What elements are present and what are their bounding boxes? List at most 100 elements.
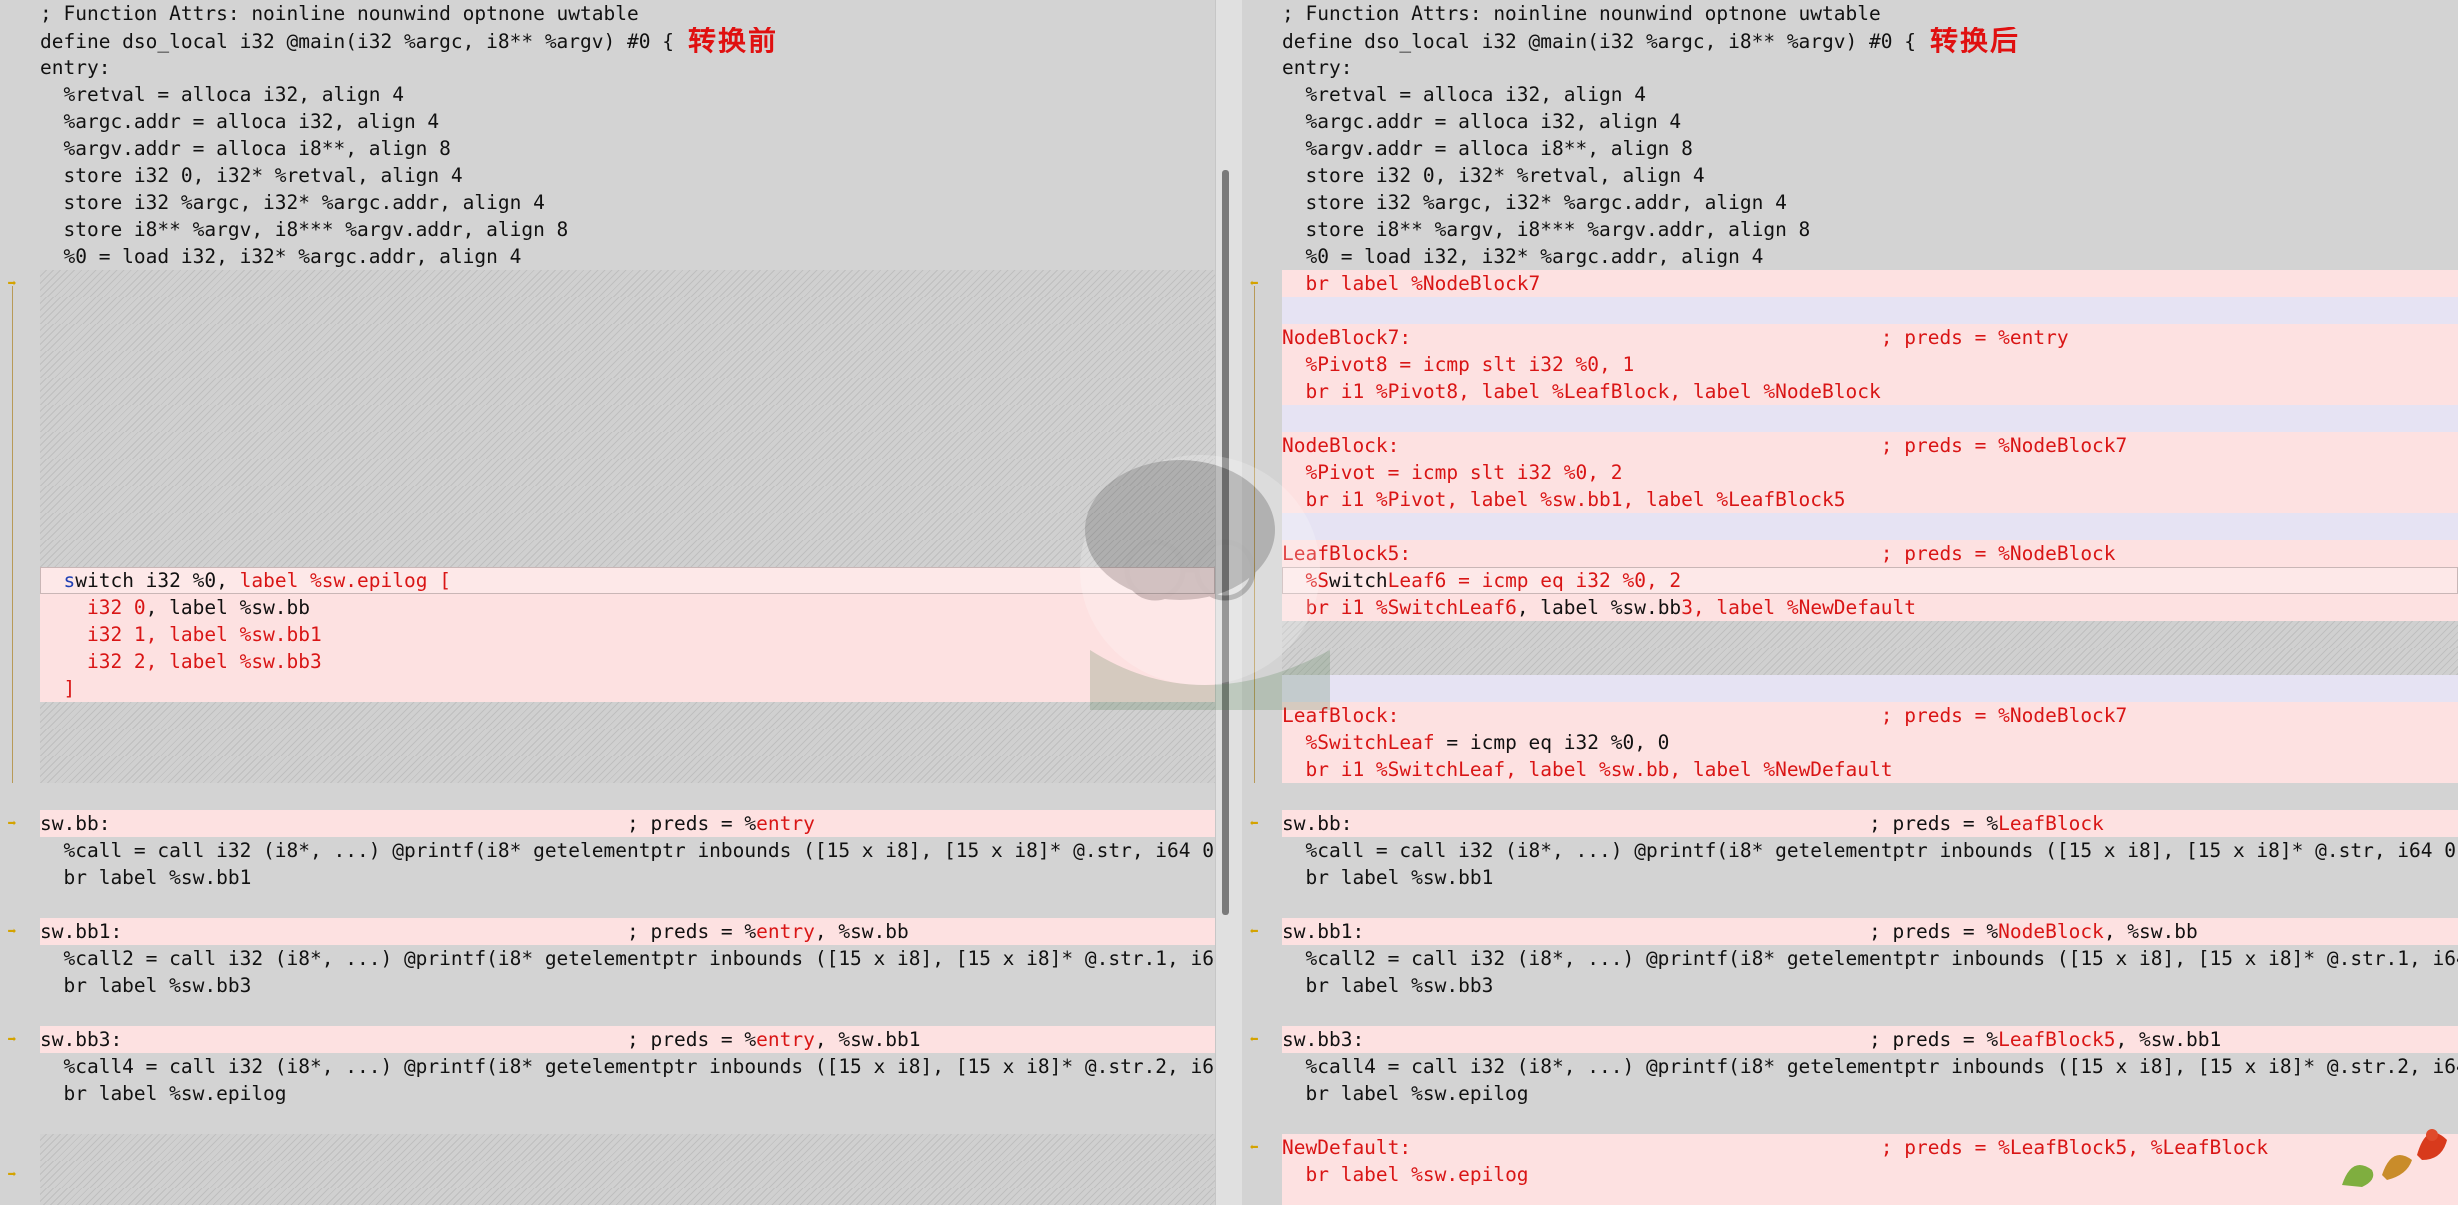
code-line[interactable]: [40, 486, 1215, 513]
arrow-right-icon[interactable]: ➡: [3, 816, 21, 831]
code-line[interactable]: br i1 %Pivot8, label %LeafBlock, label %…: [1282, 378, 2458, 405]
code-line[interactable]: [40, 459, 1215, 486]
code-line[interactable]: [40, 513, 1215, 540]
code-line[interactable]: [40, 351, 1215, 378]
code-line[interactable]: [40, 378, 1215, 405]
code-line[interactable]: switch i32 %0, label %sw.epilog [: [40, 567, 1215, 594]
code-line[interactable]: %retval = alloca i32, align 4: [40, 81, 1215, 108]
arrow-left-icon[interactable]: ⬅: [1245, 816, 1263, 831]
code-line[interactable]: ]: [40, 675, 1215, 702]
code-line[interactable]: [1282, 405, 2458, 432]
code-line[interactable]: %0 = load i32, i32* %argc.addr, align 4: [1282, 243, 2458, 270]
code-line[interactable]: [1282, 513, 2458, 540]
code-line[interactable]: define dso_local i32 @main(i32 %argc, i8…: [1282, 27, 2458, 54]
code-line[interactable]: [40, 297, 1215, 324]
code-line[interactable]: [1282, 621, 2458, 648]
code-line[interactable]: [40, 324, 1215, 351]
arrow-right-icon[interactable]: ➡: [3, 1167, 21, 1182]
code-line[interactable]: store i8** %argv, i8*** %argv.addr, alig…: [40, 216, 1215, 243]
code-line[interactable]: ; Function Attrs: noinline nounwind optn…: [40, 0, 1215, 27]
code-line[interactable]: entry:: [40, 54, 1215, 81]
code-line[interactable]: NewDefault: ; preds = %LeafBlock5, %Leaf…: [1282, 1134, 2458, 1161]
code-line[interactable]: %0 = load i32, i32* %argc.addr, align 4: [40, 243, 1215, 270]
code-line[interactable]: %retval = alloca i32, align 4: [1282, 81, 2458, 108]
code-line[interactable]: %argc.addr = alloca i32, align 4: [1282, 108, 2458, 135]
code-line[interactable]: br label %sw.epilog: [1282, 1161, 2458, 1188]
code-line[interactable]: %argc.addr = alloca i32, align 4: [40, 108, 1215, 135]
code-line[interactable]: %call4 = call i32 (i8*, ...) @printf(i8*…: [1282, 1053, 2458, 1080]
right-diff-pane[interactable]: ⬅ ⬅ ⬅ ⬅ ⬅ ; Function Attrs: noinline nounwin…: [1242, 0, 2458, 1205]
code-line[interactable]: store i32 %argc, i32* %argc.addr, align …: [1282, 189, 2458, 216]
left-code-view[interactable]: ; Function Attrs: noinline nounwind optn…: [40, 0, 1215, 1205]
scrollbar-thumb[interactable]: [1222, 170, 1229, 915]
code-line[interactable]: [40, 756, 1215, 783]
code-line[interactable]: [40, 432, 1215, 459]
code-line[interactable]: br label %sw.epilog: [1282, 1080, 2458, 1107]
code-line[interactable]: %argv.addr = alloca i8**, align 8: [1282, 135, 2458, 162]
code-line[interactable]: [40, 270, 1215, 297]
code-line[interactable]: %Pivot8 = icmp slt i32 %0, 1: [1282, 351, 2458, 378]
code-line[interactable]: LeafBlock: ; preds = %NodeBlock7: [1282, 702, 2458, 729]
code-line[interactable]: br label %sw.epilog: [40, 1080, 1215, 1107]
arrow-right-icon[interactable]: ➡: [3, 924, 21, 939]
code-line[interactable]: sw.bb: ; preds = %LeafBlock: [1282, 810, 2458, 837]
code-line[interactable]: [40, 999, 1215, 1026]
arrow-left-icon[interactable]: ⬅: [1245, 924, 1263, 939]
code-line[interactable]: %call2 = call i32 (i8*, ...) @printf(i8*…: [1282, 945, 2458, 972]
code-line[interactable]: [1282, 1188, 2458, 1205]
code-line[interactable]: i32 1, label %sw.bb1: [40, 621, 1215, 648]
code-line[interactable]: [1282, 648, 2458, 675]
code-line[interactable]: sw.bb1: ; preds = %entry, %sw.bb: [40, 918, 1215, 945]
pane-splitter[interactable]: [1215, 0, 1244, 1205]
code-line[interactable]: [40, 1134, 1215, 1161]
code-line[interactable]: br label %NodeBlock7: [1282, 270, 2458, 297]
code-line[interactable]: [40, 540, 1215, 567]
code-line[interactable]: %SwitchLeaf6 = icmp eq i32 %0, 2: [1282, 567, 2458, 594]
code-line[interactable]: sw.bb3: ; preds = %LeafBlock5, %sw.bb1: [1282, 1026, 2458, 1053]
code-line[interactable]: %call = call i32 (i8*, ...) @printf(i8* …: [1282, 837, 2458, 864]
code-line[interactable]: sw.bb3: ; preds = %entry, %sw.bb1: [40, 1026, 1215, 1053]
code-line[interactable]: store i32 0, i32* %retval, align 4: [40, 162, 1215, 189]
code-line[interactable]: %call4 = call i32 (i8*, ...) @printf(i8*…: [40, 1053, 1215, 1080]
code-line[interactable]: %argv.addr = alloca i8**, align 8: [40, 135, 1215, 162]
code-line[interactable]: [1282, 999, 2458, 1026]
code-line[interactable]: [1282, 1107, 2458, 1134]
code-line[interactable]: ; Function Attrs: noinline nounwind optn…: [1282, 0, 2458, 27]
code-line[interactable]: [1282, 891, 2458, 918]
code-line[interactable]: %SwitchLeaf = icmp eq i32 %0, 0: [1282, 729, 2458, 756]
code-line[interactable]: %Pivot = icmp slt i32 %0, 2: [1282, 459, 2458, 486]
code-line[interactable]: sw.bb1: ; preds = %NodeBlock, %sw.bb: [1282, 918, 2458, 945]
code-line[interactable]: [40, 783, 1215, 810]
arrow-right-icon[interactable]: ➡: [3, 1032, 21, 1047]
code-line[interactable]: [40, 1107, 1215, 1134]
code-line[interactable]: NodeBlock: ; preds = %NodeBlock7: [1282, 432, 2458, 459]
code-line[interactable]: i32 2, label %sw.bb3: [40, 648, 1215, 675]
arrow-left-icon[interactable]: ⬅: [1245, 1140, 1263, 1155]
code-line[interactable]: [1282, 783, 2458, 810]
code-line[interactable]: [40, 1161, 1215, 1188]
code-line[interactable]: sw.bb: ; preds = %entry: [40, 810, 1215, 837]
code-line[interactable]: LeafBlock5: ; preds = %NodeBlock: [1282, 540, 2458, 567]
code-line[interactable]: NodeBlock7: ; preds = %entry: [1282, 324, 2458, 351]
code-line[interactable]: store i32 0, i32* %retval, align 4: [1282, 162, 2458, 189]
code-line[interactable]: store i8** %argv, i8*** %argv.addr, alig…: [1282, 216, 2458, 243]
code-line[interactable]: [1282, 675, 2458, 702]
code-line[interactable]: br label %sw.bb1: [1282, 864, 2458, 891]
code-line[interactable]: entry:: [1282, 54, 2458, 81]
left-diff-pane[interactable]: ➡ ➡ ➡ ➡ ➡ ; Function Attrs: noinline nounwin…: [0, 0, 1215, 1205]
code-line[interactable]: define dso_local i32 @main(i32 %argc, i8…: [40, 27, 1215, 54]
code-line[interactable]: [40, 1188, 1215, 1205]
code-line[interactable]: [40, 729, 1215, 756]
right-code-view[interactable]: ; Function Attrs: noinline nounwind optn…: [1282, 0, 2458, 1205]
code-line[interactable]: br i1 %SwitchLeaf6, label %sw.bb3, label…: [1282, 594, 2458, 621]
code-line[interactable]: %call2 = call i32 (i8*, ...) @printf(i8*…: [40, 945, 1215, 972]
code-line[interactable]: br label %sw.bb3: [1282, 972, 2458, 999]
code-line[interactable]: [40, 405, 1215, 432]
code-line[interactable]: br label %sw.bb3: [40, 972, 1215, 999]
code-line[interactable]: store i32 %argc, i32* %argc.addr, align …: [40, 189, 1215, 216]
code-line[interactable]: %call = call i32 (i8*, ...) @printf(i8* …: [40, 837, 1215, 864]
arrow-left-icon[interactable]: ⬅: [1245, 1032, 1263, 1047]
code-line[interactable]: [40, 891, 1215, 918]
code-line[interactable]: [1282, 297, 2458, 324]
code-line[interactable]: br i1 %Pivot, label %sw.bb1, label %Leaf…: [1282, 486, 2458, 513]
